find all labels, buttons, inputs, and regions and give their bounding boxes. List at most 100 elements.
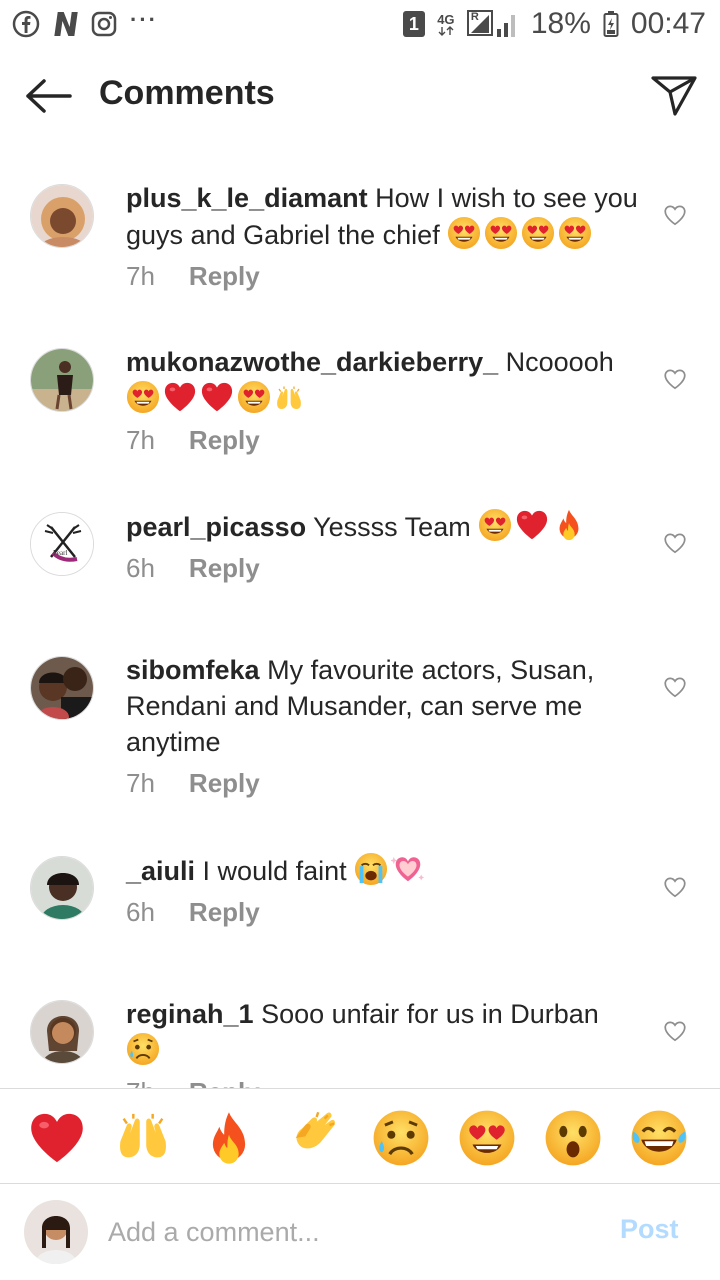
sad-sweat-emoji-button[interactable] bbox=[372, 1109, 430, 1167]
netflix-icon bbox=[52, 10, 78, 38]
comment-body: pearl_picasso Yessss Team 6h Reply bbox=[126, 508, 646, 584]
comment-meta: 6h Reply bbox=[126, 553, 646, 584]
comment-meta: 7h Reply bbox=[126, 768, 646, 799]
comment-text: sibomfeka My favourite actors, Susan, Re… bbox=[126, 652, 646, 760]
avatar[interactable] bbox=[30, 856, 94, 920]
comment-body: mukonazwothe_darkieberry_ Ncooooh 7h Rep… bbox=[126, 344, 646, 456]
comment-meta: 6h Reply bbox=[126, 897, 646, 928]
red-heart-emoji bbox=[163, 380, 197, 414]
fire-emoji bbox=[552, 508, 586, 542]
loudly-crying-emoji bbox=[354, 852, 388, 886]
signal-icon: R bbox=[466, 9, 519, 39]
reply-button[interactable]: Reply bbox=[189, 553, 260, 584]
arrow-left-icon bbox=[26, 79, 72, 113]
comment-message: Sooo unfair for us in Durban bbox=[261, 999, 599, 1029]
comment-username[interactable]: _aiuli bbox=[126, 856, 195, 886]
comment-username[interactable]: pearl_picasso bbox=[126, 512, 306, 542]
comment-meta: 7h Reply bbox=[126, 1077, 646, 1088]
share-button[interactable] bbox=[650, 72, 698, 120]
like-button[interactable] bbox=[660, 672, 690, 702]
comments-list[interactable]: plus_k_le_diamant How I wish to see you … bbox=[0, 144, 720, 1088]
heart-eyes-emoji bbox=[484, 216, 518, 250]
comment-message: Ncooooh bbox=[505, 347, 614, 377]
comment-message: I would faint bbox=[202, 856, 347, 886]
like-button[interactable] bbox=[660, 872, 690, 902]
sparkling-heart-emoji bbox=[391, 852, 425, 886]
heart-outline-icon bbox=[662, 674, 688, 700]
avatar[interactable]: Pearl bbox=[30, 512, 94, 576]
fire-emoji-button[interactable] bbox=[200, 1109, 258, 1167]
comment-text: plus_k_le_diamant How I wish to see you … bbox=[126, 180, 646, 253]
reply-button[interactable]: Reply bbox=[189, 261, 260, 292]
tears-of-joy-emoji-button[interactable] bbox=[630, 1109, 688, 1167]
like-button[interactable] bbox=[660, 1016, 690, 1046]
red-heart-emoji bbox=[515, 508, 549, 542]
battery-icon bbox=[603, 10, 619, 38]
comment-meta: 7h Reply bbox=[126, 261, 646, 292]
comment-text: pearl_picasso Yessss Team bbox=[126, 508, 646, 545]
heart-outline-icon bbox=[662, 366, 688, 392]
status-bar: ··· 1 4G R 18% 00:47 bbox=[0, 0, 720, 48]
comment-text: _aiuli I would faint bbox=[126, 852, 646, 889]
comment-text: mukonazwothe_darkieberry_ Ncooooh bbox=[126, 344, 646, 417]
avatar[interactable] bbox=[30, 348, 94, 412]
comment-username[interactable]: mukonazwothe_darkieberry_ bbox=[126, 347, 498, 377]
comment-time: 7h bbox=[126, 261, 155, 291]
avatar[interactable] bbox=[30, 656, 94, 720]
like-button[interactable] bbox=[660, 200, 690, 230]
page-title: Comments bbox=[99, 74, 275, 112]
clapping-hands-emoji-button[interactable] bbox=[286, 1109, 344, 1167]
network-4g-icon: 4G bbox=[437, 13, 455, 36]
svg-text:Pearl: Pearl bbox=[53, 549, 67, 557]
comment-body: reginah_1 Sooo unfair for us in Durban 7… bbox=[126, 996, 646, 1088]
heart-eyes-emoji bbox=[478, 508, 512, 542]
comment-body: sibomfeka My favourite actors, Susan, Re… bbox=[126, 652, 646, 799]
comment-username[interactable]: sibomfeka bbox=[126, 655, 260, 685]
quick-emoji-bar bbox=[0, 1088, 720, 1184]
red-heart-emoji-button[interactable] bbox=[28, 1109, 86, 1167]
comment-composer: Post bbox=[0, 1184, 720, 1280]
heart-outline-icon bbox=[662, 530, 688, 556]
like-button[interactable] bbox=[660, 528, 690, 558]
heart-outline-icon bbox=[662, 202, 688, 228]
like-button[interactable] bbox=[660, 364, 690, 394]
reply-button[interactable]: Reply bbox=[189, 897, 260, 928]
comment-text: reginah_1 Sooo unfair for us in Durban bbox=[126, 996, 646, 1069]
comment-meta: 7h Reply bbox=[126, 425, 646, 456]
header: Comments bbox=[0, 48, 720, 144]
reply-button[interactable]: Reply bbox=[189, 768, 260, 799]
heart-eyes-emoji bbox=[521, 216, 555, 250]
more-notifications-icon: ··· bbox=[130, 7, 158, 32]
comment-time: 7h bbox=[126, 1077, 155, 1088]
raising-hands-emoji-button[interactable] bbox=[114, 1109, 172, 1167]
heart-eyes-emoji-button[interactable] bbox=[458, 1109, 516, 1167]
reply-button[interactable]: Reply bbox=[189, 425, 260, 456]
avatar[interactable] bbox=[30, 184, 94, 248]
comment-body: _aiuli I would faint 6h Reply bbox=[126, 852, 646, 928]
comment-username[interactable]: reginah_1 bbox=[126, 999, 254, 1029]
comment-time: 6h bbox=[126, 897, 155, 927]
heart-outline-icon bbox=[662, 1018, 688, 1044]
battery-percent: 18% bbox=[530, 7, 591, 40]
heart-eyes-emoji bbox=[126, 380, 160, 414]
comment-message: Yessss Team bbox=[313, 512, 471, 542]
heart-eyes-emoji bbox=[447, 216, 481, 250]
red-heart-emoji bbox=[200, 380, 234, 414]
astonished-emoji-button[interactable] bbox=[544, 1109, 602, 1167]
post-button[interactable]: Post bbox=[620, 1214, 679, 1245]
comment-username[interactable]: plus_k_le_diamant bbox=[126, 183, 368, 213]
heart-outline-icon bbox=[662, 874, 688, 900]
status-bar-right: 1 4G R 18% 00:47 bbox=[402, 7, 706, 41]
comment-time: 7h bbox=[126, 425, 155, 455]
clock: 00:47 bbox=[630, 7, 706, 40]
network-type: 4G bbox=[437, 11, 455, 27]
paper-plane-icon bbox=[651, 76, 697, 116]
avatar[interactable] bbox=[30, 1000, 94, 1064]
back-button[interactable] bbox=[22, 72, 74, 120]
heart-eyes-emoji bbox=[558, 216, 592, 250]
reply-button[interactable]: Reply bbox=[189, 1077, 260, 1088]
raising-hands-emoji bbox=[274, 384, 304, 414]
facebook-icon bbox=[12, 10, 40, 38]
comment-body: plus_k_le_diamant How I wish to see you … bbox=[126, 180, 646, 292]
comment-input[interactable] bbox=[108, 1210, 588, 1254]
